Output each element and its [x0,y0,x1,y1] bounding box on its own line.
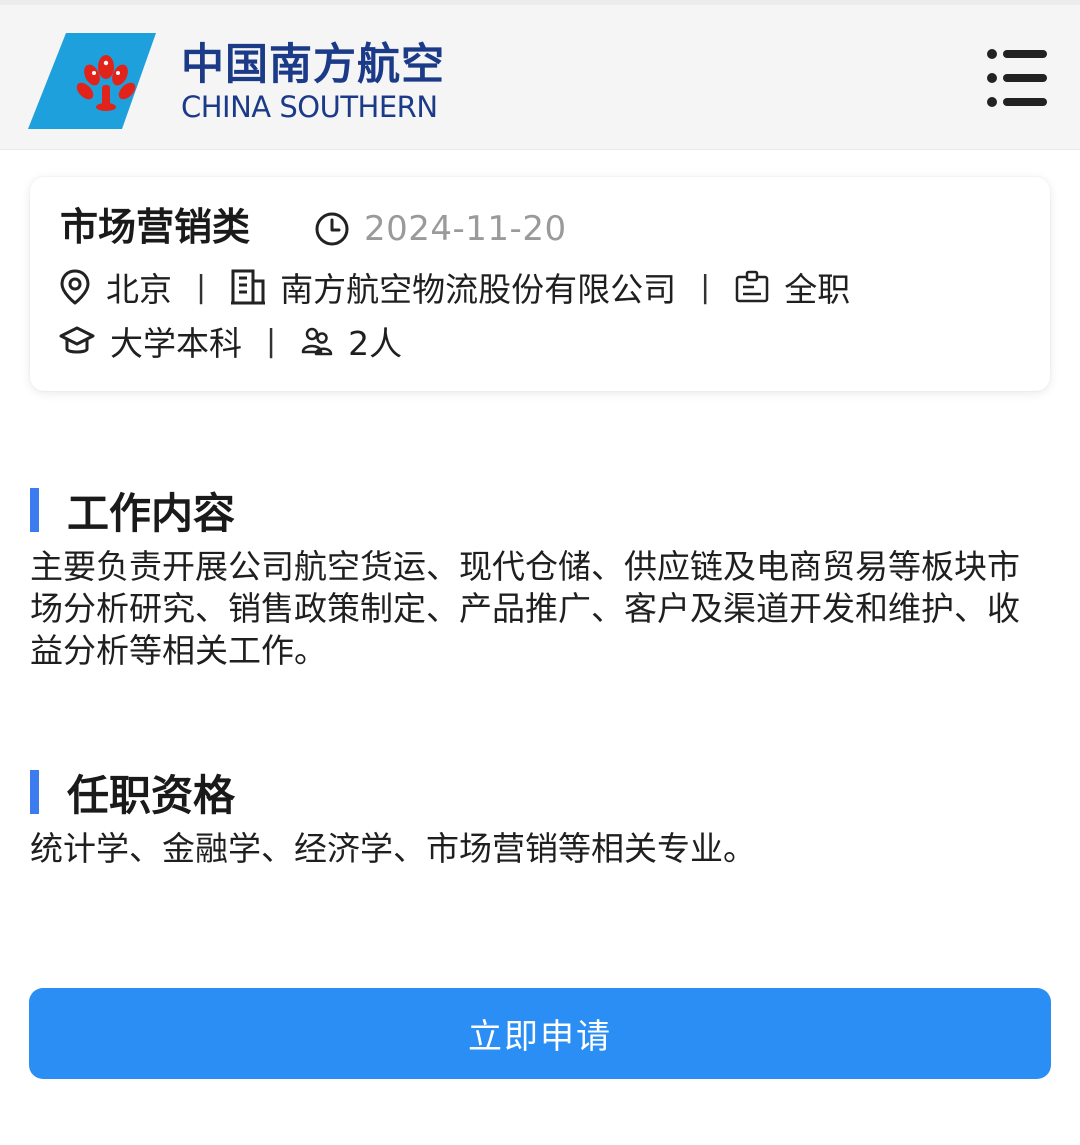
section-title-requirements: 任职资格 [30,762,235,822]
job-meta-row-2: 大学本科 | 2人 [58,317,402,365]
job-date-text: 2024-11-20 [364,209,567,249]
job-company-text: 南方航空物流股份有限公司 [280,270,677,309]
job-date: 2024-11-20 [314,209,567,249]
job-location: 北京 [58,263,172,311]
job-type-text: 全职 [784,270,851,309]
job-headcount-text: 2人 [348,324,403,363]
menu-icon[interactable] [985,47,1049,109]
section-title-duties: 工作内容 [30,480,235,540]
separator: | [266,323,277,359]
job-title: 市场营销类 [60,205,251,249]
section-title-duties-label: 工作内容 [67,488,236,538]
graduation-cap-icon [59,326,95,354]
section-accent-bar [30,488,39,532]
job-headcount: 2人 [300,317,402,365]
job-company: 南方航空物流股份有限公司 [230,263,676,311]
people-icon [301,327,333,356]
app-header: 中国南方航空 CHINA SOUTHERN [0,0,1080,150]
clock-icon [315,212,349,246]
building-icon [231,269,266,305]
separator: | [196,269,207,305]
job-summary-card: 市场营销类 2024-11-20 北京 | 南方航空物流股份有限公司 | 全职 … [30,177,1050,391]
job-location-text: 北京 [106,270,172,309]
job-meta-row-1: 北京 | 南方航空物流股份有限公司 | 全职 [58,263,850,311]
logo-text-cn: 中国南方航空 [181,40,445,90]
section-accent-bar [30,770,39,814]
apply-button[interactable]: 立即申请 [29,988,1051,1079]
china-southern-logo-icon [28,33,156,129]
duties-text: 主要负责开展公司航空货运、现代仓储、供应链及电商贸易等板块市场分析研究、销售政策… [30,547,1020,670]
requirements-text: 统计学、金融学、经济学、市场营销等相关专业。 [30,829,756,868]
separator: | [700,269,711,305]
job-type: 全职 [734,263,850,311]
job-education-text: 大学本科 [110,324,242,363]
section-title-requirements-label: 任职资格 [67,770,236,820]
badge-icon [735,270,769,303]
location-pin-icon [60,269,90,305]
job-education: 大学本科 [58,317,242,365]
logo-text-en: CHINA SOUTHERN [181,90,438,124]
